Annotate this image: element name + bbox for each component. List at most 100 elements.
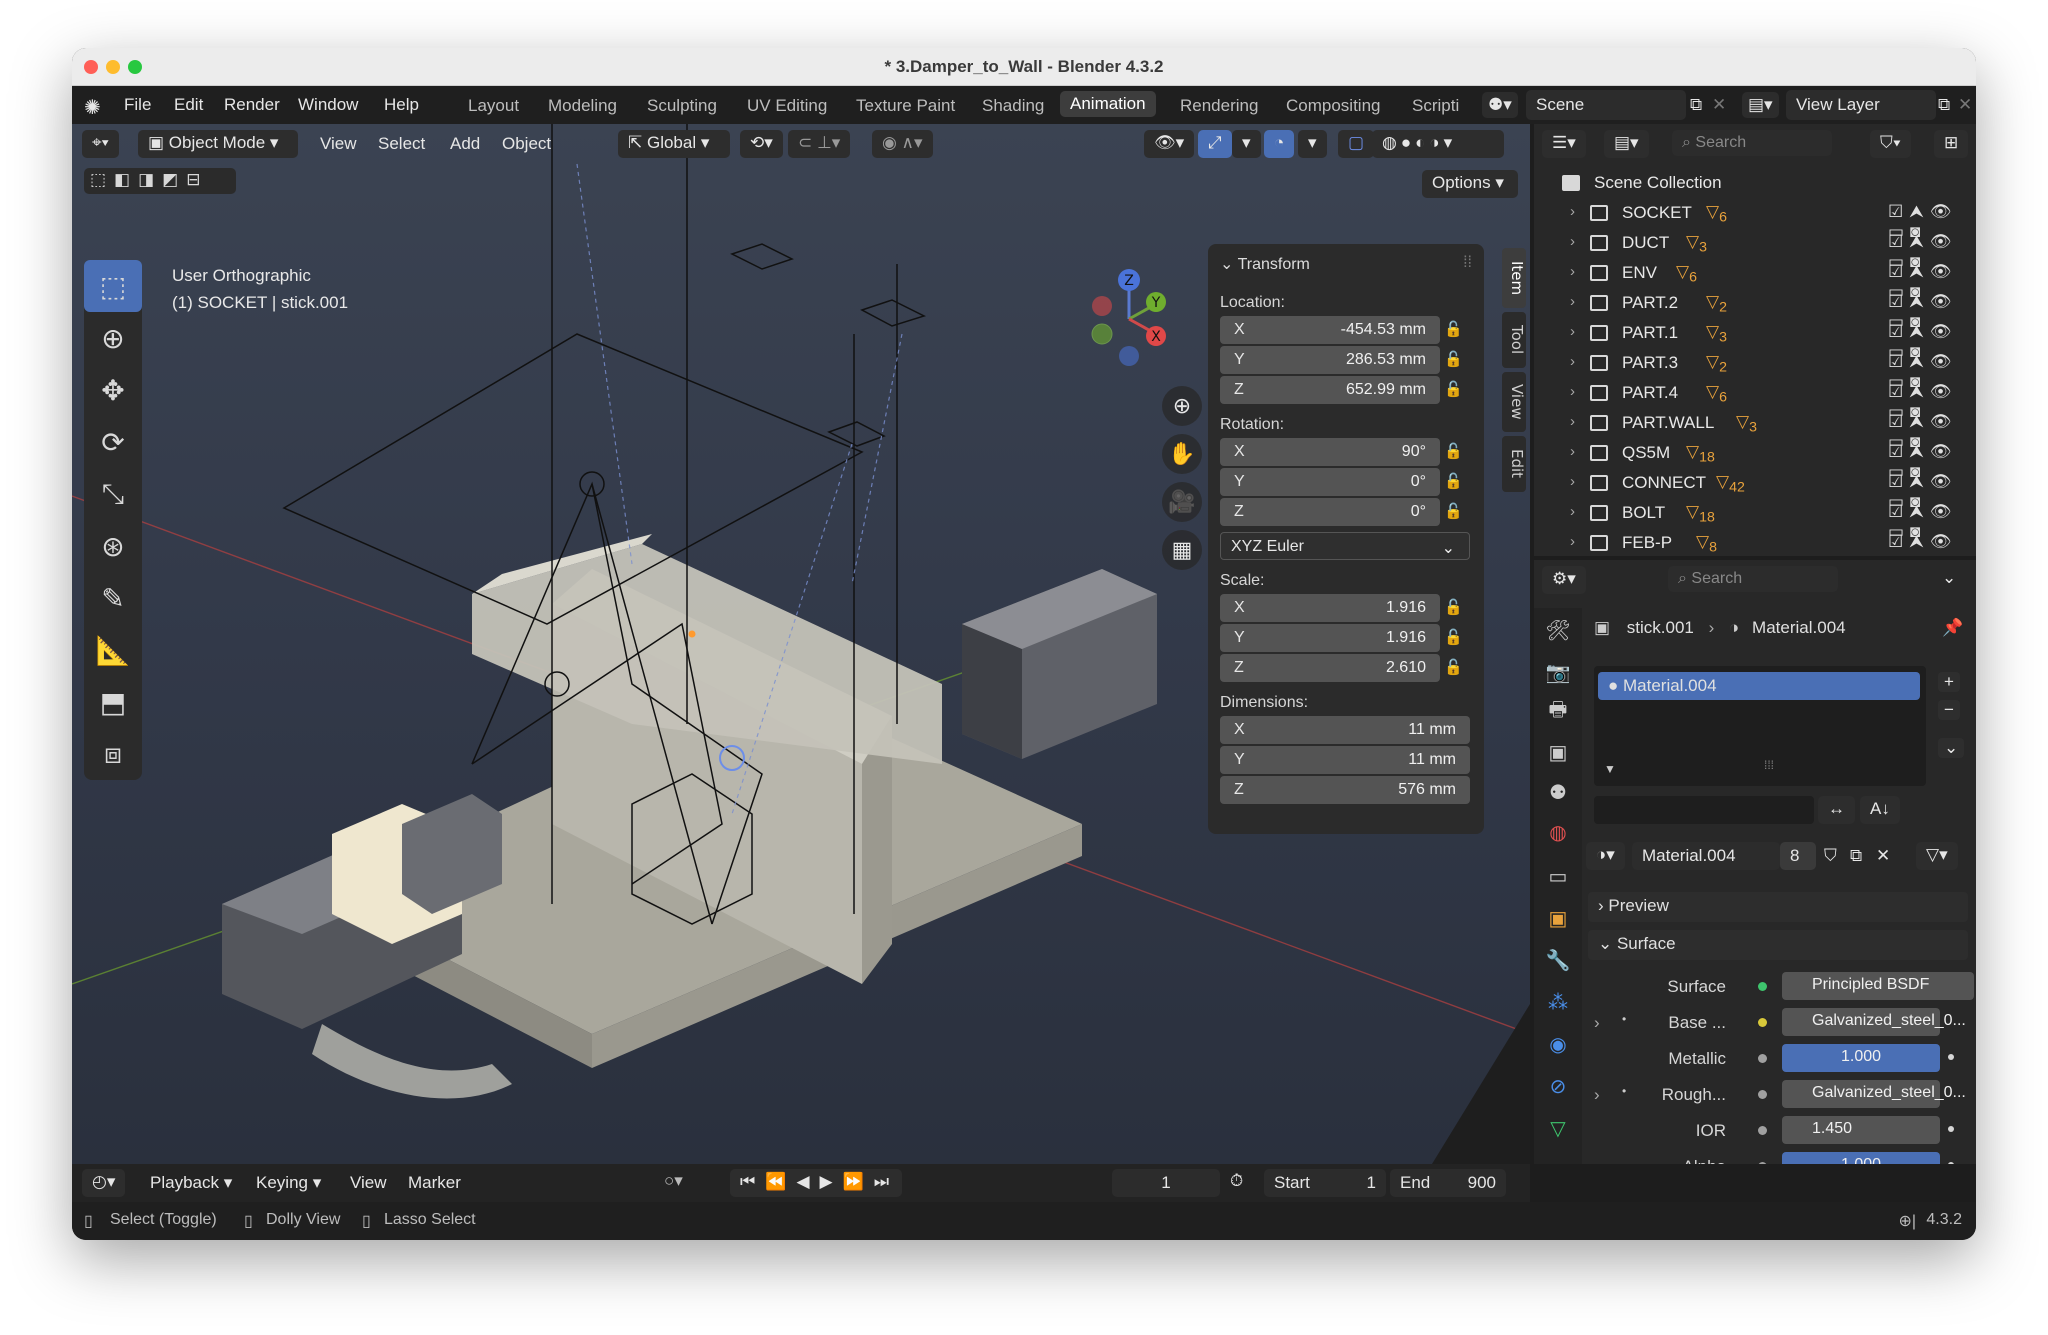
material-name-field[interactable]: Material.004 bbox=[1632, 842, 1780, 870]
tab-scripting[interactable]: Scripti bbox=[1412, 96, 1459, 116]
outliner-row[interactable]: › SOCKET ▽6 ☑⮝👁▭◙ bbox=[1534, 198, 1976, 241]
new-scene-icon[interactable]: ⧉ bbox=[1690, 95, 1702, 115]
mesh-count-badge[interactable]: ▽3 bbox=[1706, 322, 1727, 345]
object-menu[interactable]: Object bbox=[502, 134, 551, 154]
lock-icon[interactable]: 🔓 bbox=[1444, 442, 1466, 462]
outliner-row[interactable]: › PART.3 ▽2 ☑⮝👁▭◙ bbox=[1534, 348, 1976, 391]
view-menu-timeline[interactable]: View bbox=[350, 1173, 387, 1193]
rotation-y-field[interactable]: Y 0° bbox=[1220, 468, 1440, 496]
list-grip-icon[interactable]: ⁞⁞⁞ bbox=[1764, 758, 1774, 772]
keyframe-dot-icon[interactable] bbox=[1948, 1054, 1954, 1060]
display-mode-icon[interactable]: ▤▾ bbox=[1604, 130, 1649, 158]
tab-texture-paint[interactable]: Texture Paint bbox=[856, 96, 955, 116]
socket-value-field[interactable]: 1.000 bbox=[1782, 1152, 1940, 1164]
view-layer-selector-icon[interactable]: ▤▾ bbox=[1742, 92, 1779, 118]
chevron-right-icon[interactable]: › bbox=[1570, 293, 1575, 310]
render-tab-icon[interactable]: 📷 bbox=[1542, 656, 1574, 688]
editor-type-icon[interactable]: ⌖▾ bbox=[82, 130, 119, 158]
outliner-row[interactable]: › BOLT ▽18 ☑⮝👁▭◙ bbox=[1534, 498, 1976, 541]
overlays-icon[interactable]: ◔ bbox=[1264, 130, 1295, 158]
chevron-right-icon[interactable]: › bbox=[1570, 443, 1575, 460]
collection-tab-icon[interactable]: ▭ bbox=[1542, 860, 1574, 892]
new-collection-icon[interactable]: ⊞ bbox=[1934, 130, 1969, 158]
view-menu[interactable]: View bbox=[320, 134, 357, 154]
socket-value-field[interactable]: Galvanized_steel_0... bbox=[1782, 1080, 1966, 1108]
scale-y-field[interactable]: Y 1.916 bbox=[1220, 624, 1440, 652]
pan-hand-icon[interactable]: ✋ bbox=[1162, 434, 1202, 474]
annotate-tool-icon[interactable]: ✎ bbox=[84, 572, 142, 624]
transform-header[interactable]: ⌄ Transform bbox=[1220, 254, 1310, 274]
chevron-right-icon[interactable]: › bbox=[1570, 413, 1575, 430]
zoom-icon[interactable]: ⊕ bbox=[1162, 386, 1202, 426]
proportional-editing-icon[interactable]: ◉ ∧▾ bbox=[872, 130, 933, 158]
constraints-tab-icon[interactable]: ⊘ bbox=[1542, 1070, 1574, 1102]
cursor-tool-icon[interactable]: ⊕ bbox=[84, 312, 142, 364]
auto-keying-icon[interactable]: ○▾ bbox=[664, 1171, 683, 1191]
tab-tool[interactable]: Tool bbox=[1502, 312, 1526, 368]
keyframe-dot-icon[interactable] bbox=[1948, 1162, 1954, 1164]
outliner-row[interactable]: › PART.1 ▽3 ☑⮝👁▭◙ bbox=[1534, 318, 1976, 361]
mesh-count-badge[interactable]: ▽3 bbox=[1736, 412, 1757, 435]
mesh-count-badge[interactable]: ▽6 bbox=[1706, 382, 1727, 405]
particles-tab-icon[interactable]: ⁂ bbox=[1542, 986, 1574, 1018]
outliner-row[interactable]: › CONNECT ▽42 ☑⮝👁▭◙ bbox=[1534, 468, 1976, 511]
mesh-count-badge[interactable]: ▽2 bbox=[1706, 292, 1727, 315]
tab-view[interactable]: View bbox=[1502, 372, 1526, 432]
world-tab-icon[interactable]: ◍ bbox=[1542, 816, 1574, 848]
mesh-count-badge[interactable]: ▽42 bbox=[1716, 472, 1745, 495]
fake-user-icon[interactable]: ⛉ bbox=[1824, 846, 1837, 866]
perspective-grid-icon[interactable]: ▦ bbox=[1162, 530, 1202, 570]
dimensions-z-field[interactable]: Z 576 mm bbox=[1220, 776, 1470, 804]
view-layer-field[interactable]: View Layer bbox=[1786, 90, 1936, 120]
start-frame-field[interactable]: Start 1 bbox=[1264, 1169, 1386, 1197]
surface-section-header[interactable]: ⌄ Surface bbox=[1588, 930, 1968, 960]
scale-tool-icon[interactable]: ⤡ bbox=[84, 468, 142, 520]
outliner-row[interactable]: › DUCT ▽3 ☑⮝👁▭◙ bbox=[1534, 228, 1976, 271]
duplicate-material-icon[interactable]: ⧉ bbox=[1850, 846, 1862, 866]
socket-value-field[interactable]: 1.000 bbox=[1782, 1044, 1940, 1072]
tab-sculpting[interactable]: Sculpting bbox=[647, 96, 717, 116]
selection-mode-buttons[interactable]: ⬚◧◨◩⊟ bbox=[84, 168, 236, 194]
tab-edit[interactable]: Edit bbox=[1502, 436, 1526, 492]
mesh-count-badge[interactable]: ▽18 bbox=[1686, 502, 1715, 525]
scale-x-field[interactable]: X 1.916 bbox=[1220, 594, 1440, 622]
expand-icon[interactable]: › bbox=[1594, 1085, 1600, 1105]
tab-shading[interactable]: Shading bbox=[982, 96, 1044, 116]
chevron-right-icon[interactable]: › bbox=[1570, 353, 1575, 370]
options-dropdown[interactable]: Options ▾ bbox=[1422, 170, 1518, 198]
outliner-search-input[interactable]: ⌕ Search bbox=[1672, 130, 1832, 156]
delete-scene-icon[interactable]: ✕ bbox=[1712, 95, 1726, 115]
lock-icon[interactable]: 🔓 bbox=[1444, 350, 1466, 370]
xray-icon[interactable]: ▢ bbox=[1338, 130, 1375, 158]
properties-search-input[interactable]: ⌕ Search bbox=[1668, 566, 1838, 592]
tool-tab-icon[interactable]: 🛠 bbox=[1542, 614, 1574, 646]
drag-handle-icon[interactable]: ⁞⁞ bbox=[1463, 254, 1472, 272]
pin-icon[interactable]: 📌 bbox=[1942, 618, 1963, 638]
outliner-row[interactable]: › QS5M ▽18 ☑⮝👁▭◙ bbox=[1534, 438, 1976, 481]
view-layer-tab-icon[interactable]: ▣ bbox=[1542, 736, 1574, 768]
outliner-row[interactable]: › FEB-P ▽8 ☑⮝👁▭◙ bbox=[1534, 528, 1976, 556]
physics-tab-icon[interactable]: ◉ bbox=[1542, 1028, 1574, 1060]
menu-file[interactable]: File bbox=[124, 95, 151, 115]
chevron-down-icon[interactable]: ⌄ bbox=[1942, 568, 1956, 588]
material-slot-row[interactable]: ● Material.004 bbox=[1598, 672, 1920, 700]
visibility-icon[interactable]: 👁▾ bbox=[1144, 130, 1195, 158]
add-slot-button[interactable]: + bbox=[1938, 672, 1960, 692]
rotation-mode-dropdown[interactable]: XYZ Euler ⌄ bbox=[1220, 532, 1470, 560]
outliner-row[interactable]: › PART.2 ▽2 ☑⮝👁▭◙ bbox=[1534, 288, 1976, 331]
menu-window[interactable]: Window bbox=[298, 95, 358, 115]
data-tab-icon[interactable]: ▽ bbox=[1542, 1112, 1574, 1144]
current-frame-field[interactable]: 1 bbox=[1112, 1169, 1220, 1197]
lock-icon[interactable]: 🔓 bbox=[1444, 472, 1466, 492]
lock-icon[interactable]: 🔓 bbox=[1444, 658, 1466, 678]
navigation-gizmo[interactable]: Z Y X bbox=[1074, 264, 1184, 374]
socket-value-field[interactable]: Principled BSDF bbox=[1782, 972, 1974, 1000]
expand-icon[interactable]: › bbox=[1594, 1013, 1600, 1033]
output-tab-icon[interactable]: 🖶 bbox=[1542, 696, 1574, 728]
playback-menu[interactable]: Playback ▾ bbox=[150, 1173, 232, 1193]
lock-icon[interactable]: 🔓 bbox=[1444, 320, 1466, 340]
visibility-toggles[interactable]: ☑⮝👁▭◙ bbox=[1888, 532, 1976, 556]
scene-collection-row[interactable]: Scene Collection bbox=[1534, 168, 1976, 198]
location-x-field[interactable]: X -454.53 mm bbox=[1220, 316, 1440, 344]
menu-help[interactable]: Help bbox=[384, 95, 419, 115]
